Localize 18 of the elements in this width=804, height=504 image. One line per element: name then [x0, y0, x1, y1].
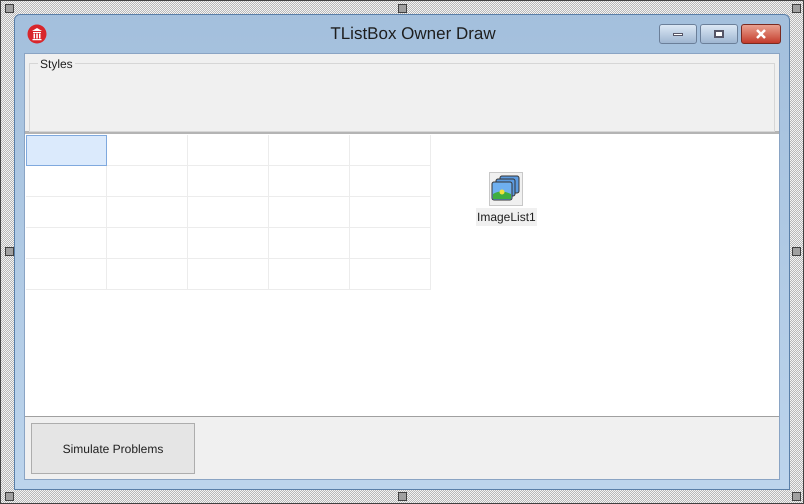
grid-cell[interactable] — [26, 135, 107, 166]
resize-handle[interactable] — [5, 247, 14, 256]
close-button[interactable] — [741, 24, 781, 44]
app-icon — [27, 24, 47, 44]
resize-handle[interactable] — [398, 4, 407, 13]
image-list-icon[interactable] — [489, 172, 524, 206]
simulate-problems-button[interactable]: Simulate Problems — [31, 423, 195, 474]
resize-handle[interactable] — [5, 492, 14, 501]
maximize-button[interactable] — [700, 24, 738, 44]
resize-handle[interactable] — [792, 492, 801, 501]
close-icon — [755, 29, 767, 39]
component-label: ImageList1 — [476, 208, 537, 226]
resize-handle[interactable] — [5, 4, 14, 13]
resize-handle[interactable] — [398, 492, 407, 501]
resize-handle[interactable] — [792, 247, 801, 256]
window-title: TListBox Owner Draw — [330, 23, 496, 46]
minimize-button[interactable] — [659, 24, 697, 44]
resize-handle[interactable] — [792, 4, 801, 13]
